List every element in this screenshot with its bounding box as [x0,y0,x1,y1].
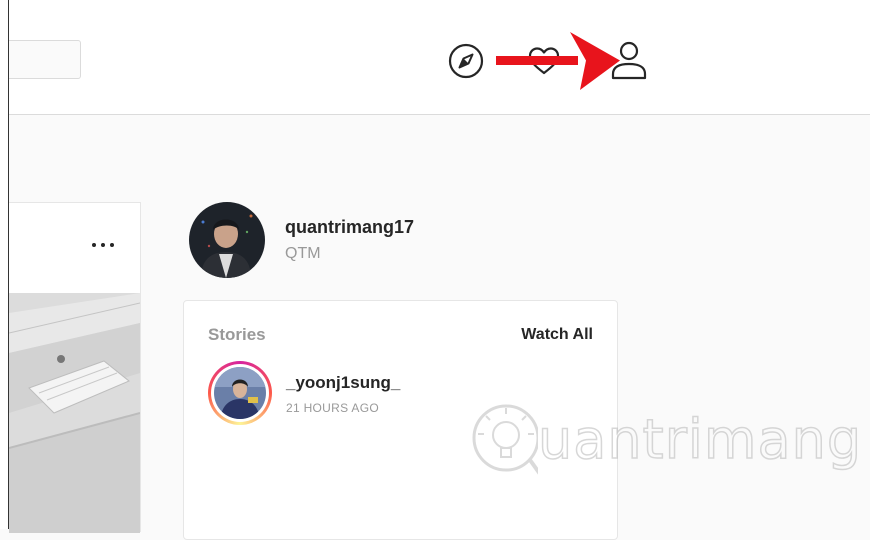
watch-all-button[interactable]: Watch All [521,326,593,344]
profile-username[interactable]: quantrimang17 [285,217,414,238]
story-username[interactable]: _yoonj1sung_ [286,373,400,393]
search-input[interactable] [9,40,81,79]
feed-post-card [9,202,141,533]
stories-panel: Stories Watch All _yoonj1sung_ 21 HOURS … [183,300,618,540]
profile-full-name: QTM [285,245,321,262]
story-ring [208,361,272,425]
ceiling-photo [9,293,140,533]
profile-icon[interactable] [609,38,649,82]
story-avatar [214,367,266,419]
stories-title: Stories [208,325,266,344]
story-timestamp: 21 HOURS AGO [286,401,379,415]
compass-icon[interactable] [447,42,485,80]
post-image[interactable] [9,293,140,533]
more-options-icon[interactable] [91,239,117,251]
window-edge [0,0,9,529]
story-item[interactable]: _yoonj1sung_ 21 HOURS AGO [208,361,588,427]
profile-avatar-image [189,202,265,278]
top-navigation-bar [9,0,870,115]
profile-avatar[interactable] [189,202,265,278]
heart-icon[interactable] [525,42,563,80]
